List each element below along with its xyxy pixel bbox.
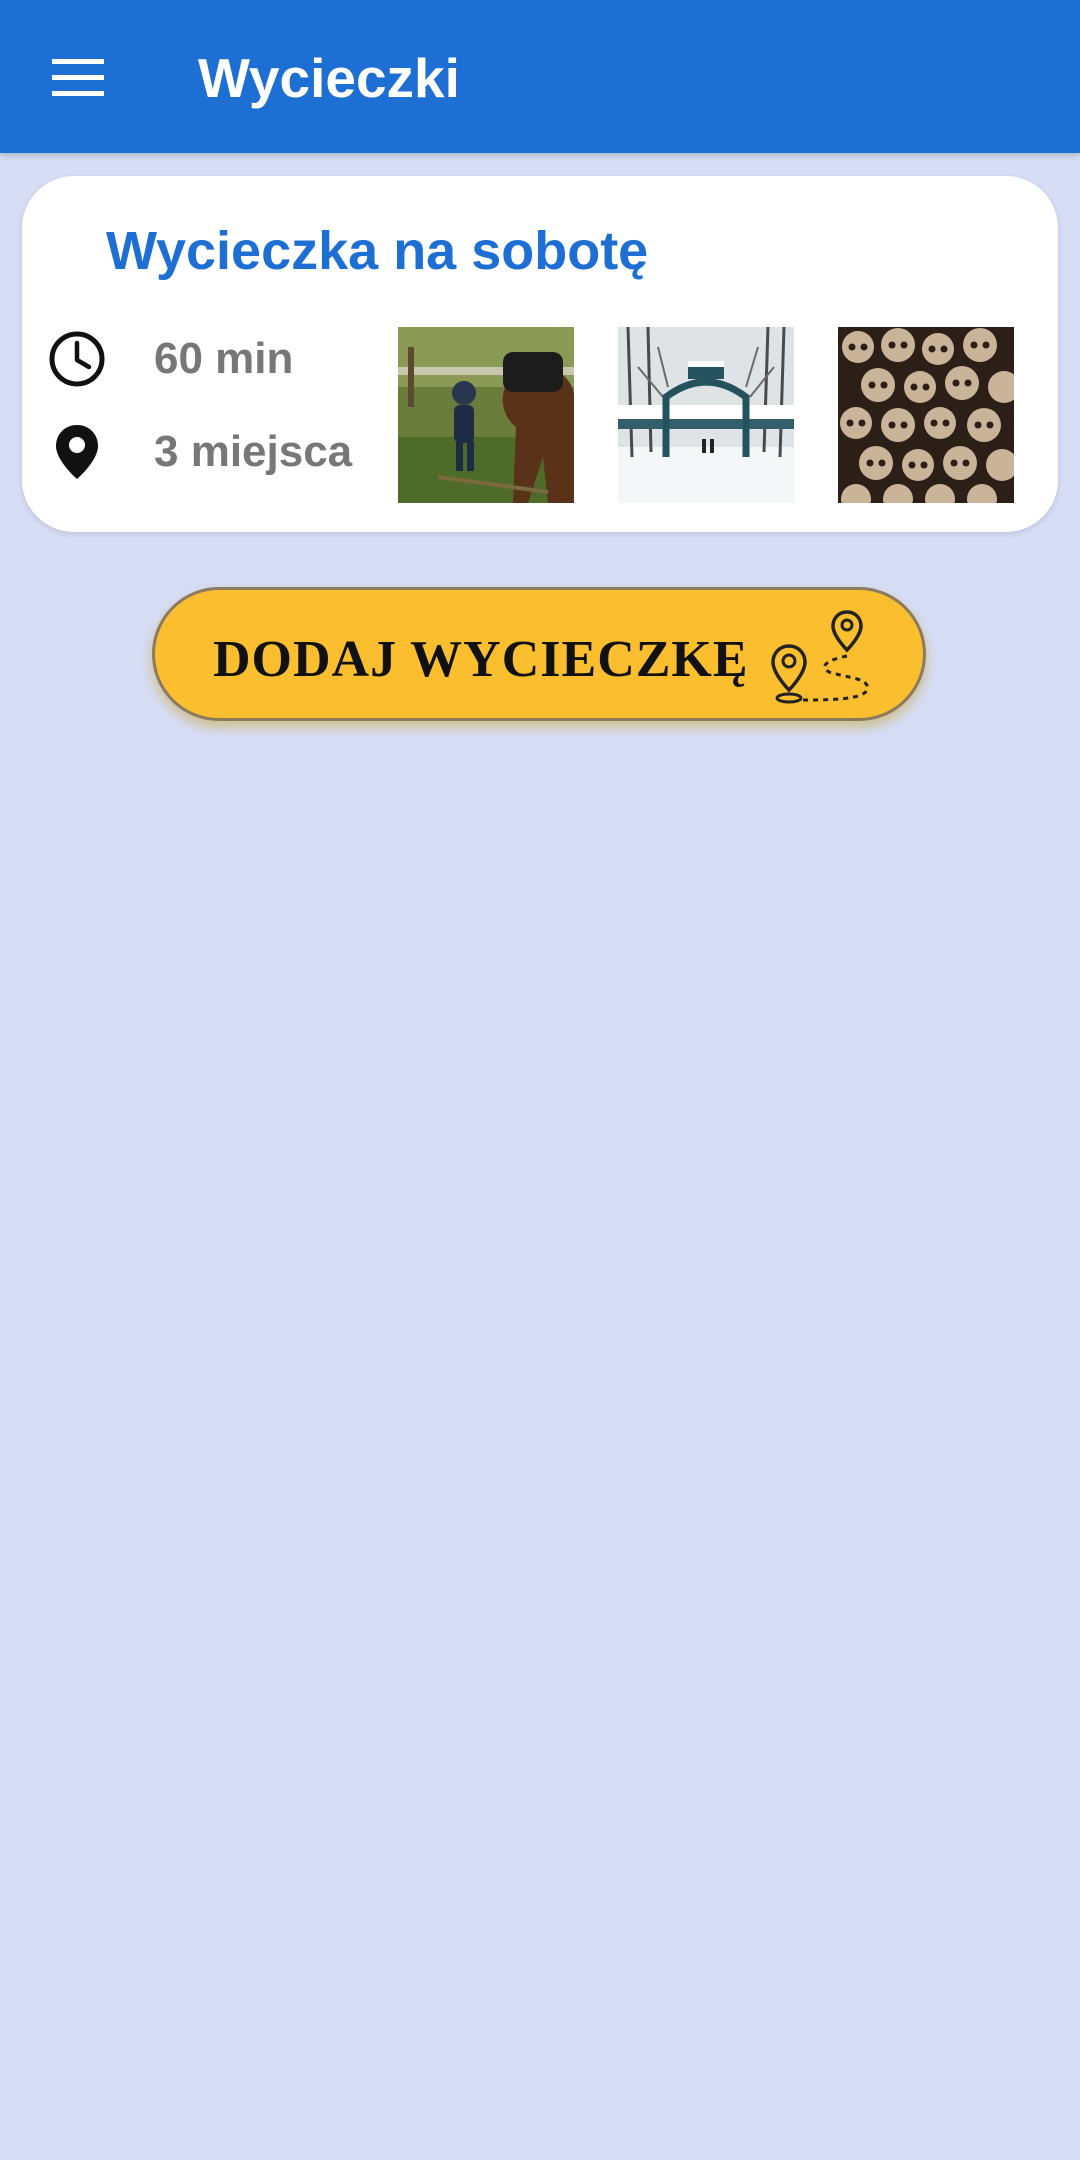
thumbnail-skulls[interactable] — [838, 327, 1014, 503]
trip-places-count: 3 miejsca — [154, 427, 353, 476]
hamburger-menu-icon[interactable] — [36, 42, 120, 114]
add-trip-button[interactable]: DODAJ WYCIECZKĘ — [152, 587, 926, 721]
location-pin-icon — [46, 421, 108, 483]
trip-title: Wycieczka na sobotę — [106, 221, 649, 281]
route-map-pins-icon — [767, 608, 877, 708]
trip-duration-row: 60 min — [46, 326, 293, 392]
trip-card[interactable]: Wycieczka na sobotę 60 min 3 miejsca — [22, 176, 1058, 532]
trip-duration: 60 min — [154, 334, 294, 383]
app-bar: Wycieczki — [0, 0, 1080, 153]
trip-places-row: 3 miejsca — [46, 419, 352, 485]
thumbnail-horse[interactable] — [398, 327, 574, 503]
clock-icon — [46, 328, 108, 390]
add-trip-button-label: DODAJ WYCIECZKĘ — [213, 631, 749, 688]
thumbnail-snow-park[interactable] — [618, 327, 794, 503]
page-title: Wycieczki — [198, 47, 460, 109]
